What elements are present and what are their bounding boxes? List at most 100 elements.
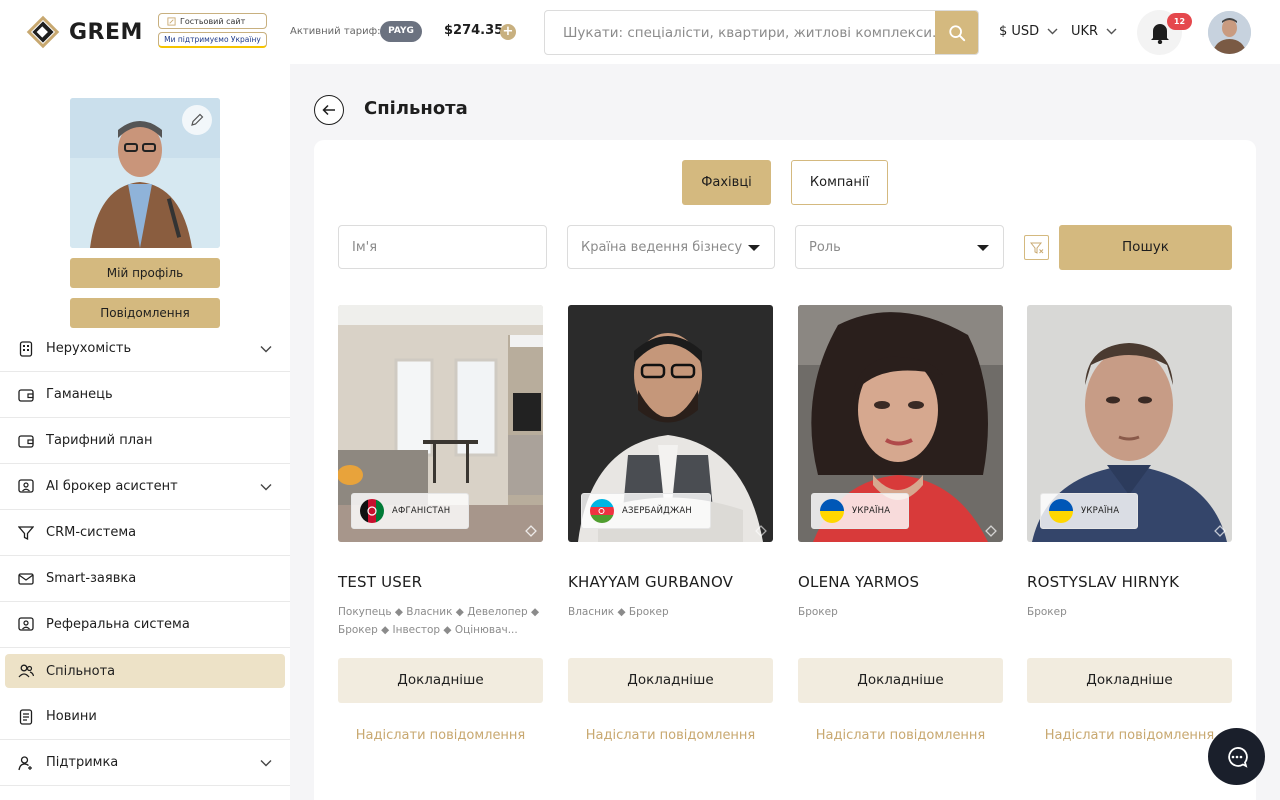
sidebar-item-news[interactable]: Новини: [0, 694, 290, 740]
sidebar-item-label: Тарифний план: [46, 433, 153, 448]
details-button[interactable]: Докладніше: [798, 658, 1003, 703]
sidebar-item-label: AI брокер асистент: [46, 479, 178, 494]
messages-button[interactable]: Повідомлення: [70, 298, 220, 328]
specialist-roles: Покупець ◆ Власник ◆ Девелопер ◆ Брокер …: [338, 606, 540, 636]
currency-selector[interactable]: $ USD: [999, 24, 1058, 39]
sidebar-item-label: Підтримка: [46, 755, 119, 770]
user-avatar[interactable]: [1208, 11, 1251, 54]
support-icon: [18, 755, 34, 771]
sidebar-item-crm[interactable]: CRM-система: [0, 510, 290, 556]
sidebar-item-referral[interactable]: Реферальна система: [0, 602, 290, 648]
global-search-button[interactable]: [935, 11, 978, 54]
specialist-roles: Брокер: [1027, 606, 1067, 618]
guest-site-box: Гостьовий сайт Ми підтримуємо Україну: [158, 13, 267, 48]
chevron-down-icon: [1106, 28, 1117, 35]
specialist-photo[interactable]: АФГАНІСТАН: [338, 305, 543, 542]
sidebar-item-wallet[interactable]: Гаманець: [0, 372, 290, 418]
brand-logo[interactable]: GREM: [25, 14, 143, 50]
details-button[interactable]: Докладніше: [338, 658, 543, 703]
watermark-logo-icon: [1214, 525, 1226, 537]
edit-profile-photo-button[interactable]: [182, 105, 212, 135]
watermark-logo-icon: [755, 525, 767, 537]
name-filter-input[interactable]: [339, 226, 546, 268]
ukraine-support-button[interactable]: Ми підтримуємо Україну: [158, 32, 267, 48]
sidebar-nav: Нерухомість Гаманець Тарифний план AI бр…: [0, 326, 290, 786]
chat-button[interactable]: [1208, 728, 1265, 785]
global-search: [544, 10, 979, 55]
tariff-badge[interactable]: PAYG: [380, 21, 422, 42]
chevron-down-icon: [260, 483, 272, 490]
watermark-logo-icon: [525, 525, 537, 537]
send-message-link[interactable]: Надіслати повідомлення: [568, 728, 773, 743]
notifications-count-badge: 12: [1167, 13, 1192, 30]
caret-down-icon: [977, 245, 989, 251]
wallet-icon: [18, 387, 34, 403]
specialist-name[interactable]: TEST USER: [338, 573, 422, 591]
role-filter-placeholder: Роль: [809, 240, 841, 255]
country-badge: АЗЕРБАЙДЖАН: [581, 493, 711, 529]
specialist-card: АФГАНІСТАН TEST USER Покупець ◆ Власник …: [338, 305, 543, 743]
country-filter-select[interactable]: Країна ведення бізнесу: [567, 225, 775, 269]
specialist-photo[interactable]: АЗЕРБАЙДЖАН: [568, 305, 773, 542]
sidebar-item-smart-request[interactable]: Smart-заявка: [0, 556, 290, 602]
specialist-name[interactable]: OLENA YARMOS: [798, 573, 919, 591]
country-filter-placeholder: Країна ведення бізнесу: [581, 240, 743, 255]
specialist-photo[interactable]: УКРАЇНА: [798, 305, 1003, 542]
ukraine-flag-icon: [820, 499, 844, 523]
country-badge: УКРАЇНА: [811, 493, 910, 529]
pencil-icon: [191, 113, 204, 126]
building-icon: [18, 340, 34, 357]
specialist-photo[interactable]: УКРАЇНА: [1027, 305, 1232, 542]
filter-clear-icon: [1029, 242, 1043, 254]
sidebar-item-label: Новини: [46, 709, 97, 724]
external-edit-icon: [167, 16, 176, 26]
add-balance-button[interactable]: +: [500, 24, 516, 40]
sidebar-item-label: Гаманець: [46, 387, 113, 402]
sidebar-item-label: Реферальна система: [46, 617, 190, 632]
specialist-name[interactable]: KHAYYAM GURBANOV: [568, 573, 733, 591]
chat-bubble-icon: [1227, 746, 1248, 768]
details-button[interactable]: Докладніше: [568, 658, 773, 703]
sidebar-item-ai-broker[interactable]: AI брокер асистент: [0, 464, 290, 510]
specialist-card: АЗЕРБАЙДЖАН KHAYYAM GURBANOV Власник ◆ Б…: [568, 305, 773, 743]
azerbaijan-flag-icon: [590, 499, 614, 523]
watermark-logo-icon: [985, 525, 997, 537]
sidebar-item-label: Нерухомість: [46, 341, 132, 356]
role-filter-select[interactable]: Роль: [795, 225, 1004, 269]
specialist-card: УКРАЇНА OLENA YARMOS Брокер Докладніше Н…: [798, 305, 1003, 743]
back-button[interactable]: [314, 95, 344, 125]
sidebar-item-label: Спільнота: [46, 663, 116, 679]
specialist-card: УКРАЇНА ROSTYSLAV HIRNYK Брокер Докладні…: [1027, 305, 1232, 743]
brand-name: GREM: [69, 19, 143, 45]
send-message-link[interactable]: Надіслати повідомлення: [1027, 728, 1232, 743]
country-name: АФГАНІСТАН: [392, 506, 451, 516]
tab-specialists[interactable]: Фахівці: [682, 160, 771, 205]
sidebar-item-support[interactable]: Підтримка: [0, 740, 290, 786]
users-icon: [18, 663, 34, 679]
mail-icon: [18, 571, 34, 587]
send-message-link[interactable]: Надіслати повідомлення: [338, 728, 543, 743]
language-selector[interactable]: UKR: [1071, 24, 1117, 39]
sidebar-item-community[interactable]: Спільнота: [5, 654, 285, 688]
sidebar: Мій профіль Повідомлення Нерухомість Гам…: [0, 64, 290, 800]
my-profile-button[interactable]: Мій профіль: [70, 258, 220, 288]
specialist-name[interactable]: ROSTYSLAV HIRNYK: [1027, 573, 1179, 591]
avatar-photo: [1208, 11, 1251, 54]
currency-value: $ USD: [999, 24, 1040, 39]
reset-filter-button[interactable]: [1024, 235, 1049, 260]
language-value: UKR: [1071, 24, 1099, 39]
details-button[interactable]: Докладніше: [1027, 658, 1232, 703]
country-name: УКРАЇНА: [852, 506, 891, 516]
chevron-down-icon: [260, 759, 272, 766]
sidebar-item-label: Smart-заявка: [46, 571, 137, 586]
guest-site-button[interactable]: Гостьовий сайт: [158, 13, 267, 29]
global-search-input[interactable]: [545, 11, 935, 54]
sidebar-item-tariff[interactable]: Тарифний план: [0, 418, 290, 464]
name-filter: [338, 225, 547, 269]
search-button[interactable]: Пошук: [1059, 225, 1232, 270]
sidebar-item-real-estate[interactable]: Нерухомість: [0, 326, 290, 372]
ukraine-flag-icon: [1049, 499, 1073, 523]
afghanistan-flag-icon: [360, 499, 384, 523]
send-message-link[interactable]: Надіслати повідомлення: [798, 728, 1003, 743]
tab-companies[interactable]: Компанії: [791, 160, 888, 205]
